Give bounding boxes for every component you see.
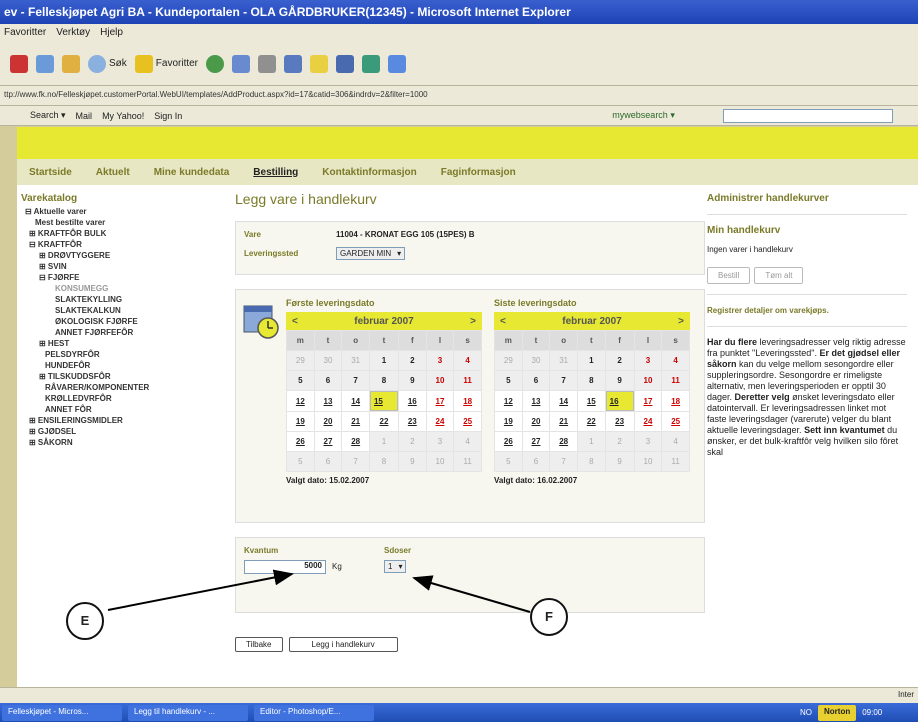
status-zone: Inter [897,690,914,699]
callout-f: F [530,598,568,636]
taskbar-item[interactable]: Legg til handlekurv - ... [128,704,248,721]
taskbar: Felleskjøpet - Micros... Legg til handle… [0,703,918,722]
arrow-e [107,569,294,611]
norton-icon[interactable]: Norton [818,704,857,721]
callout-e: E [66,602,104,640]
annotation-arrows [107,569,531,613]
taskbar-item[interactable]: Felleskjøpet - Micros... [2,704,122,721]
taskbar-item[interactable]: Editor - Photoshop/E... [254,704,374,721]
language-indicator: NO [800,708,812,717]
browser-window: ev - Felleskjøpet Agri BA - Kundeportale… [0,0,918,722]
arrow-f [412,575,531,613]
status-bar: Inter [0,687,918,703]
clock: 09:00 [862,708,883,717]
